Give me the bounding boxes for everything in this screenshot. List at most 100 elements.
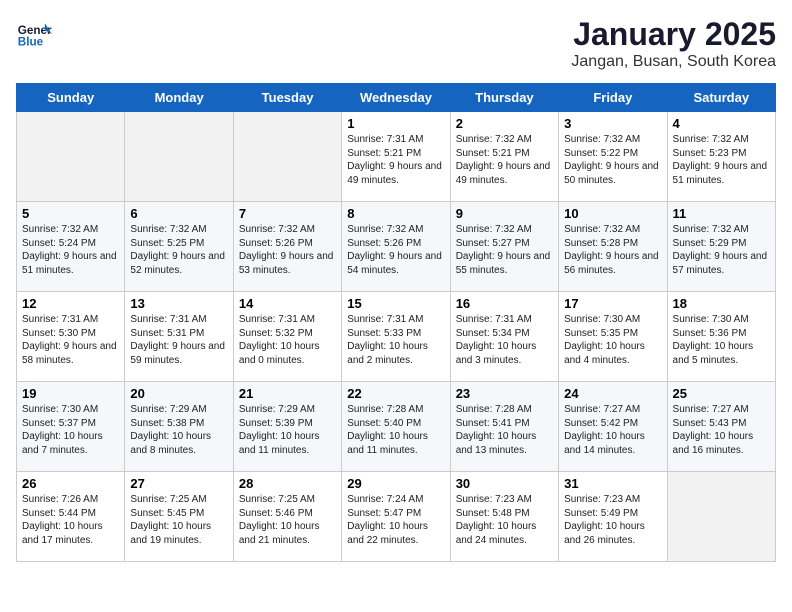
calendar-table: SundayMondayTuesdayWednesdayThursdayFrid… [16, 83, 776, 562]
calendar-cell: 23Sunrise: 7:28 AMSunset: 5:41 PMDayligh… [450, 382, 558, 472]
day-info: Sunrise: 7:30 AMSunset: 5:36 PMDaylight:… [673, 313, 770, 367]
calendar-cell: 7Sunrise: 7:32 AMSunset: 5:26 PMDaylight… [233, 202, 341, 292]
calendar-cell: 9Sunrise: 7:32 AMSunset: 5:27 PMDaylight… [450, 202, 558, 292]
day-number: 28 [239, 476, 336, 491]
day-info: Sunrise: 7:31 AMSunset: 5:21 PMDaylight:… [347, 133, 444, 187]
calendar-cell: 30Sunrise: 7:23 AMSunset: 5:48 PMDayligh… [450, 472, 558, 562]
calendar-cell: 15 Sunrise: 7:31 AMSunset: 5:33 PMDayligh… [342, 292, 450, 382]
calendar-cell: 10 Sunrise: 7:32 AMSunset: 5:28 PMDayligh… [559, 202, 667, 292]
day-info: Sunrise: 7:24 AMSunset: 5:47 PMDaylight:… [347, 493, 444, 547]
day-info: Sunrise: 7:32 AMSunset: 5:27 PMDaylight:… [456, 223, 553, 277]
calendar-cell: 28 Sunrise: 7:25 AMSunset: 5:46 PMDayligh… [233, 472, 341, 562]
weekday-header-thursday: Thursday [450, 84, 558, 112]
day-info: Sunrise: 7:32 AMSunset: 5:26 PMDaylight:… [347, 223, 444, 277]
day-number: 30 [456, 476, 553, 491]
calendar-week-1: 1 Sunrise: 7:31 AMSunset: 5:21 PMDaylight… [17, 112, 776, 202]
day-info: Sunrise: 7:28 AMSunset: 5:41 PMDaylight:… [456, 403, 553, 457]
main-title: January 2025 [571, 16, 776, 53]
day-info: Sunrise: 7:31 AMSunset: 5:33 PMDaylight:… [347, 313, 444, 367]
day-number: 2 [456, 116, 553, 131]
calendar-cell [667, 472, 775, 562]
day-info: Sunrise: 7:32 AMSunset: 5:24 PMDaylight:… [22, 223, 119, 277]
day-info: Sunrise: 7:28 AMSunset: 5:40 PMDaylight:… [347, 403, 444, 457]
day-number: 5 [22, 206, 119, 221]
calendar-cell: 25 Sunrise: 7:27 AMSunset: 5:43 PMDayligh… [667, 382, 775, 472]
calendar-cell: 13 Sunrise: 7:31 AMSunset: 5:31 PMDayligh… [125, 292, 233, 382]
calendar-cell: 24Sunrise: 7:27 AMSunset: 5:42 PMDayligh… [559, 382, 667, 472]
calendar-cell: 1 Sunrise: 7:31 AMSunset: 5:21 PMDaylight… [342, 112, 450, 202]
day-info: Sunrise: 7:32 AMSunset: 5:22 PMDaylight:… [564, 133, 661, 187]
day-number: 29 [347, 476, 444, 491]
calendar-week-4: 19Sunrise: 7:30 AMSunset: 5:37 PMDayligh… [17, 382, 776, 472]
day-number: 21 [239, 386, 336, 401]
day-number: 31 [564, 476, 661, 491]
calendar-week-2: 5 Sunrise: 7:32 AMSunset: 5:24 PMDaylight… [17, 202, 776, 292]
day-number: 16 [456, 296, 553, 311]
calendar-cell: 29 Sunrise: 7:24 AMSunset: 5:47 PMDayligh… [342, 472, 450, 562]
title-block: January 2025 Jangan, Busan, South Korea [571, 16, 776, 71]
calendar-cell: 5 Sunrise: 7:32 AMSunset: 5:24 PMDaylight… [17, 202, 125, 292]
day-info: Sunrise: 7:26 AMSunset: 5:44 PMDaylight:… [22, 493, 119, 547]
day-number: 18 [673, 296, 770, 311]
calendar-cell: 11 Sunrise: 7:32 AMSunset: 5:29 PMDayligh… [667, 202, 775, 292]
day-info: Sunrise: 7:27 AMSunset: 5:42 PMDaylight:… [564, 403, 661, 457]
weekday-header-monday: Monday [125, 84, 233, 112]
day-number: 4 [673, 116, 770, 131]
day-number: 1 [347, 116, 444, 131]
svg-text:Blue: Blue [18, 36, 44, 49]
calendar-cell: 31 Sunrise: 7:23 AMSunset: 5:49 PMDayligh… [559, 472, 667, 562]
day-number: 20 [130, 386, 227, 401]
day-info: Sunrise: 7:31 AMSunset: 5:30 PMDaylight:… [22, 313, 119, 367]
logo: General Blue [16, 16, 52, 52]
day-info: Sunrise: 7:32 AMSunset: 5:23 PMDaylight:… [673, 133, 770, 187]
calendar-week-3: 12 Sunrise: 7:31 AMSunset: 5:30 PMDayligh… [17, 292, 776, 382]
weekday-header-saturday: Saturday [667, 84, 775, 112]
calendar-cell: 16 Sunrise: 7:31 AMSunset: 5:34 PMDayligh… [450, 292, 558, 382]
calendar-cell [233, 112, 341, 202]
day-info: Sunrise: 7:30 AMSunset: 5:37 PMDaylight:… [22, 403, 119, 457]
calendar-cell: 8 Sunrise: 7:32 AMSunset: 5:26 PMDaylight… [342, 202, 450, 292]
calendar-cell: 22 Sunrise: 7:28 AMSunset: 5:40 PMDayligh… [342, 382, 450, 472]
day-info: Sunrise: 7:31 AMSunset: 5:34 PMDaylight:… [456, 313, 553, 367]
day-number: 17 [564, 296, 661, 311]
day-number: 10 [564, 206, 661, 221]
day-number: 11 [673, 206, 770, 221]
calendar-cell: 20Sunrise: 7:29 AMSunset: 5:38 PMDayligh… [125, 382, 233, 472]
day-number: 26 [22, 476, 119, 491]
day-info: Sunrise: 7:32 AMSunset: 5:21 PMDaylight:… [456, 133, 553, 187]
weekday-header-row: SundayMondayTuesdayWednesdayThursdayFrid… [17, 84, 776, 112]
weekday-header-tuesday: Tuesday [233, 84, 341, 112]
calendar-cell [125, 112, 233, 202]
day-info: Sunrise: 7:32 AMSunset: 5:29 PMDaylight:… [673, 223, 770, 277]
weekday-header-friday: Friday [559, 84, 667, 112]
weekday-header-sunday: Sunday [17, 84, 125, 112]
day-number: 22 [347, 386, 444, 401]
day-info: Sunrise: 7:32 AMSunset: 5:28 PMDaylight:… [564, 223, 661, 277]
day-number: 15 [347, 296, 444, 311]
day-info: Sunrise: 7:29 AMSunset: 5:39 PMDaylight:… [239, 403, 336, 457]
day-number: 8 [347, 206, 444, 221]
calendar-cell: 2 Sunrise: 7:32 AMSunset: 5:21 PMDaylight… [450, 112, 558, 202]
day-info: Sunrise: 7:27 AMSunset: 5:43 PMDaylight:… [673, 403, 770, 457]
calendar-cell: 12 Sunrise: 7:31 AMSunset: 5:30 PMDayligh… [17, 292, 125, 382]
calendar-cell: 17Sunrise: 7:30 AMSunset: 5:35 PMDayligh… [559, 292, 667, 382]
day-number: 27 [130, 476, 227, 491]
day-info: Sunrise: 7:23 AMSunset: 5:49 PMDaylight:… [564, 493, 661, 547]
weekday-header-wednesday: Wednesday [342, 84, 450, 112]
page-header: General Blue January 2025 Jangan, Busan,… [16, 16, 776, 71]
day-info: Sunrise: 7:32 AMSunset: 5:25 PMDaylight:… [130, 223, 227, 277]
calendar-cell: 18 Sunrise: 7:30 AMSunset: 5:36 PMDayligh… [667, 292, 775, 382]
calendar-cell: 3Sunrise: 7:32 AMSunset: 5:22 PMDaylight… [559, 112, 667, 202]
calendar-cell: 4 Sunrise: 7:32 AMSunset: 5:23 PMDaylight… [667, 112, 775, 202]
calendar-cell: 14Sunrise: 7:31 AMSunset: 5:32 PMDayligh… [233, 292, 341, 382]
calendar-cell: 26 Sunrise: 7:26 AMSunset: 5:44 PMDayligh… [17, 472, 125, 562]
calendar-body: 1 Sunrise: 7:31 AMSunset: 5:21 PMDaylight… [17, 112, 776, 562]
day-info: Sunrise: 7:31 AMSunset: 5:31 PMDaylight:… [130, 313, 227, 367]
day-number: 13 [130, 296, 227, 311]
calendar-cell: 6Sunrise: 7:32 AMSunset: 5:25 PMDaylight… [125, 202, 233, 292]
day-info: Sunrise: 7:31 AMSunset: 5:32 PMDaylight:… [239, 313, 336, 367]
day-number: 12 [22, 296, 119, 311]
day-number: 25 [673, 386, 770, 401]
day-info: Sunrise: 7:25 AMSunset: 5:46 PMDaylight:… [239, 493, 336, 547]
calendar-cell: 27Sunrise: 7:25 AMSunset: 5:45 PMDayligh… [125, 472, 233, 562]
